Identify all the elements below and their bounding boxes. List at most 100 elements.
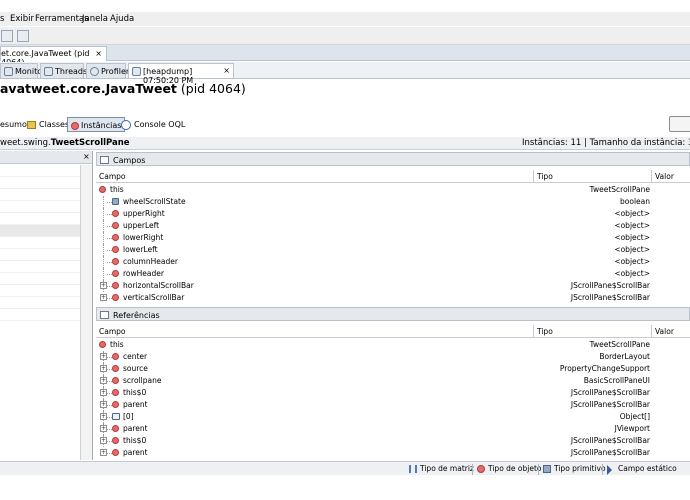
object-field-icon <box>112 210 119 217</box>
class-simple-name: TweetScrollPane <box>50 138 130 148</box>
toolbar-button[interactable] <box>17 30 29 42</box>
table-row[interactable]: this TweetScrollPane <box>96 184 690 196</box>
toolbar-button[interactable] <box>1 30 13 42</box>
table-row[interactable]: upperRight <object> <box>96 208 690 220</box>
menu-ferramentas[interactable]: Ferramentas <box>35 14 89 24</box>
tree-guide-line <box>103 208 104 220</box>
view-resumo[interactable]: esumo <box>0 117 27 132</box>
expand-icon[interactable]: + <box>100 401 107 408</box>
menu-exibir[interactable]: Exibir <box>10 14 34 24</box>
menu-ajuda[interactable]: Ajuda <box>110 14 134 24</box>
table-row[interactable]: + this$0 JScrollPane$ScrollBar <box>96 387 690 399</box>
list-item[interactable] <box>0 249 80 261</box>
close-icon[interactable]: × <box>223 66 230 75</box>
menu-bar: s Exibir Ferramentas Janela Ajuda <box>0 12 690 26</box>
tab-threads[interactable]: Threads <box>40 63 87 78</box>
instance-size: Tamanho da instância: 391 <box>589 138 690 148</box>
table-row[interactable]: columnHeader <object> <box>96 256 690 268</box>
expand-icon[interactable]: + <box>100 377 107 384</box>
expand-icon[interactable]: + <box>100 449 107 456</box>
list-item-selected[interactable] <box>0 225 80 237</box>
menu-janela[interactable]: Janela <box>82 14 108 24</box>
tab-monitor[interactable]: Monitor <box>0 63 45 78</box>
list-item[interactable] <box>0 165 80 177</box>
field-name: parent <box>123 448 148 457</box>
references-section-header[interactable]: Referências <box>96 307 690 321</box>
table-row[interactable]: + parent JViewport <box>96 423 690 435</box>
column-campo[interactable]: Campo <box>99 327 126 336</box>
field-type: JScrollPane$ScrollBar <box>570 400 650 409</box>
field-name: this$0 <box>123 436 147 445</box>
list-item[interactable] <box>0 201 80 213</box>
legend-static-field: Campo estático <box>602 464 677 475</box>
list-item[interactable] <box>0 273 80 285</box>
view-classes[interactable]: Classes <box>26 117 69 132</box>
field-type: BasicScrollPaneUI <box>583 376 650 385</box>
expand-icon[interactable]: + <box>100 425 107 432</box>
legend-label: Tipo primitivo <box>554 464 606 473</box>
expand-icon[interactable]: + <box>100 389 107 396</box>
references-table: this TweetScrollPane + center BorderLayout + s… <box>96 339 690 459</box>
expand-icon[interactable]: + <box>100 413 107 420</box>
table-row[interactable]: + center BorderLayout <box>96 351 690 363</box>
menu-file[interactable]: s <box>0 14 4 24</box>
table-row[interactable]: + scrollpane BasicScrollPaneUI <box>96 375 690 387</box>
column-valor[interactable]: Valor <box>655 327 674 336</box>
expand-icon[interactable]: + <box>100 294 107 301</box>
field-name: center <box>123 352 148 361</box>
column-campo[interactable]: Campo <box>99 172 126 181</box>
table-row[interactable]: lowerLeft <object> <box>96 244 690 256</box>
view-console-oql[interactable]: Console OQL <box>121 117 185 132</box>
table-row[interactable]: upperLeft <object> <box>96 220 690 232</box>
list-item[interactable] <box>0 177 80 189</box>
close-icon[interactable]: × <box>95 49 102 58</box>
table-row[interactable]: + source PropertyChangeSupport <box>96 363 690 375</box>
list-scrollbar[interactable] <box>80 165 92 460</box>
list-item[interactable] <box>0 261 80 273</box>
table-row[interactable]: + parent JScrollPane$ScrollBar <box>96 447 690 459</box>
toolbar-right-button[interactable] <box>669 116 690 132</box>
list-item[interactable] <box>0 285 80 297</box>
list-item[interactable] <box>0 237 80 249</box>
column-tipo[interactable]: Tipo <box>537 172 553 181</box>
instance-info-bar: weet.swing.TweetScrollPane Instâncias: 1… <box>0 137 690 150</box>
table-row[interactable]: lowerRight <object> <box>96 232 690 244</box>
expand-icon[interactable]: + <box>100 437 107 444</box>
document-tab[interactable]: et.core.JavaTweet (pid 4064) × <box>0 46 107 67</box>
table-row[interactable]: + verticalScrollBar JScrollPane$ScrollBar <box>96 292 690 304</box>
expand-icon[interactable]: + <box>100 282 107 289</box>
field-type: PropertyChangeSupport <box>559 364 650 373</box>
field-name: upperLeft <box>123 221 160 230</box>
table-row[interactable]: this TweetScrollPane <box>96 339 690 351</box>
list-item[interactable] <box>0 213 80 225</box>
table-row[interactable]: + parent JScrollPane$ScrollBar <box>96 399 690 411</box>
list-item[interactable] <box>0 309 80 321</box>
view-instancias[interactable]: Instâncias <box>67 117 126 132</box>
tab-heapdump[interactable]: [heapdump] 07:50:20 PM × <box>128 63 234 85</box>
expand-icon[interactable]: + <box>100 353 107 360</box>
tab-profiler[interactable]: Profiler <box>86 63 129 78</box>
fields-table: this TweetScrollPane wheelScrollState boole… <box>96 184 690 304</box>
instance-list: × <box>0 151 93 460</box>
monitor-icon <box>4 67 13 76</box>
class-package: weet.swing. <box>0 138 51 148</box>
close-icon[interactable]: × <box>83 152 90 161</box>
legend-object-type: Tipo de objeto <box>472 464 542 475</box>
column-tipo[interactable]: Tipo <box>537 327 553 336</box>
fields-section-header[interactable]: Campos <box>96 152 690 166</box>
legend-bar: Tipo de matriz Tipo de objeto Tipo primi… <box>0 461 690 475</box>
table-row[interactable]: + [0] Object[] <box>96 411 690 423</box>
object-field-icon <box>112 449 119 456</box>
table-row[interactable]: + this$0 JScrollPane$ScrollBar <box>96 435 690 447</box>
table-row[interactable]: rowHeader <object> <box>96 268 690 280</box>
table-row[interactable]: wheelScrollState boolean <box>96 196 690 208</box>
table-row[interactable]: + horizontalScrollBar JScrollPane$ScrollBa… <box>96 280 690 292</box>
list-item[interactable] <box>0 189 80 201</box>
list-item[interactable] <box>0 297 80 309</box>
profiler-icon <box>90 67 99 76</box>
column-valor[interactable]: Valor <box>655 172 674 181</box>
expand-icon[interactable]: + <box>100 365 107 372</box>
view-tabs: Monitor Threads Profiler [heapdump] 07:5… <box>0 62 690 85</box>
object-field-icon <box>112 246 119 253</box>
page-title: avatweet.core.JavaTweet (pid 4064) <box>0 81 246 96</box>
